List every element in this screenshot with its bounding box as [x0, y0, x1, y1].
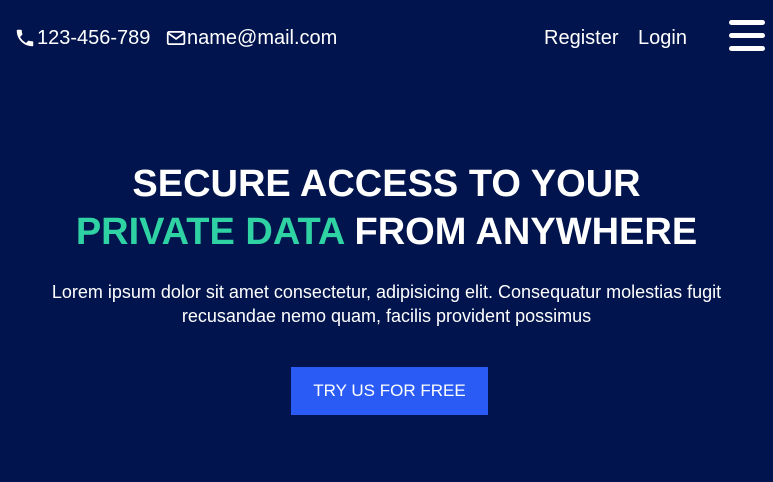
- hamburger-bar: [729, 33, 765, 38]
- hamburger-bar: [729, 46, 765, 51]
- hero-headline: SECURE ACCESS TO YOUR PRIVATE DATA FROM …: [0, 160, 773, 256]
- phone-number: 123-456-789: [37, 27, 151, 49]
- headline-accent: PRIVATE DATA: [75, 211, 344, 253]
- login-link[interactable]: Login: [638, 26, 687, 50]
- try-free-button[interactable]: TRY US FOR FREE: [291, 367, 488, 415]
- register-link[interactable]: Register: [544, 26, 618, 50]
- hero-section: SECURE ACCESS TO YOUR PRIVATE DATA FROM …: [0, 160, 773, 328]
- headline-rest: FROM ANYWHERE: [343, 211, 698, 253]
- email-address: name@mail.com: [187, 27, 338, 49]
- hero-description: Lorem ipsum dolor sit amet consectetur, …: [51, 282, 722, 326]
- phone-link[interactable]: 123-456-789: [14, 26, 150, 50]
- phone-icon: [14, 27, 36, 49]
- envelope-icon: [166, 27, 187, 49]
- hamburger-bar: [729, 20, 765, 25]
- hamburger-menu-icon[interactable]: [729, 19, 765, 51]
- email-link[interactable]: name@mail.com: [166, 26, 337, 50]
- top-navbar: 123-456-789 name@mail.com Register Login: [0, 0, 773, 78]
- headline-line-1: SECURE ACCESS TO YOUR: [132, 163, 641, 205]
